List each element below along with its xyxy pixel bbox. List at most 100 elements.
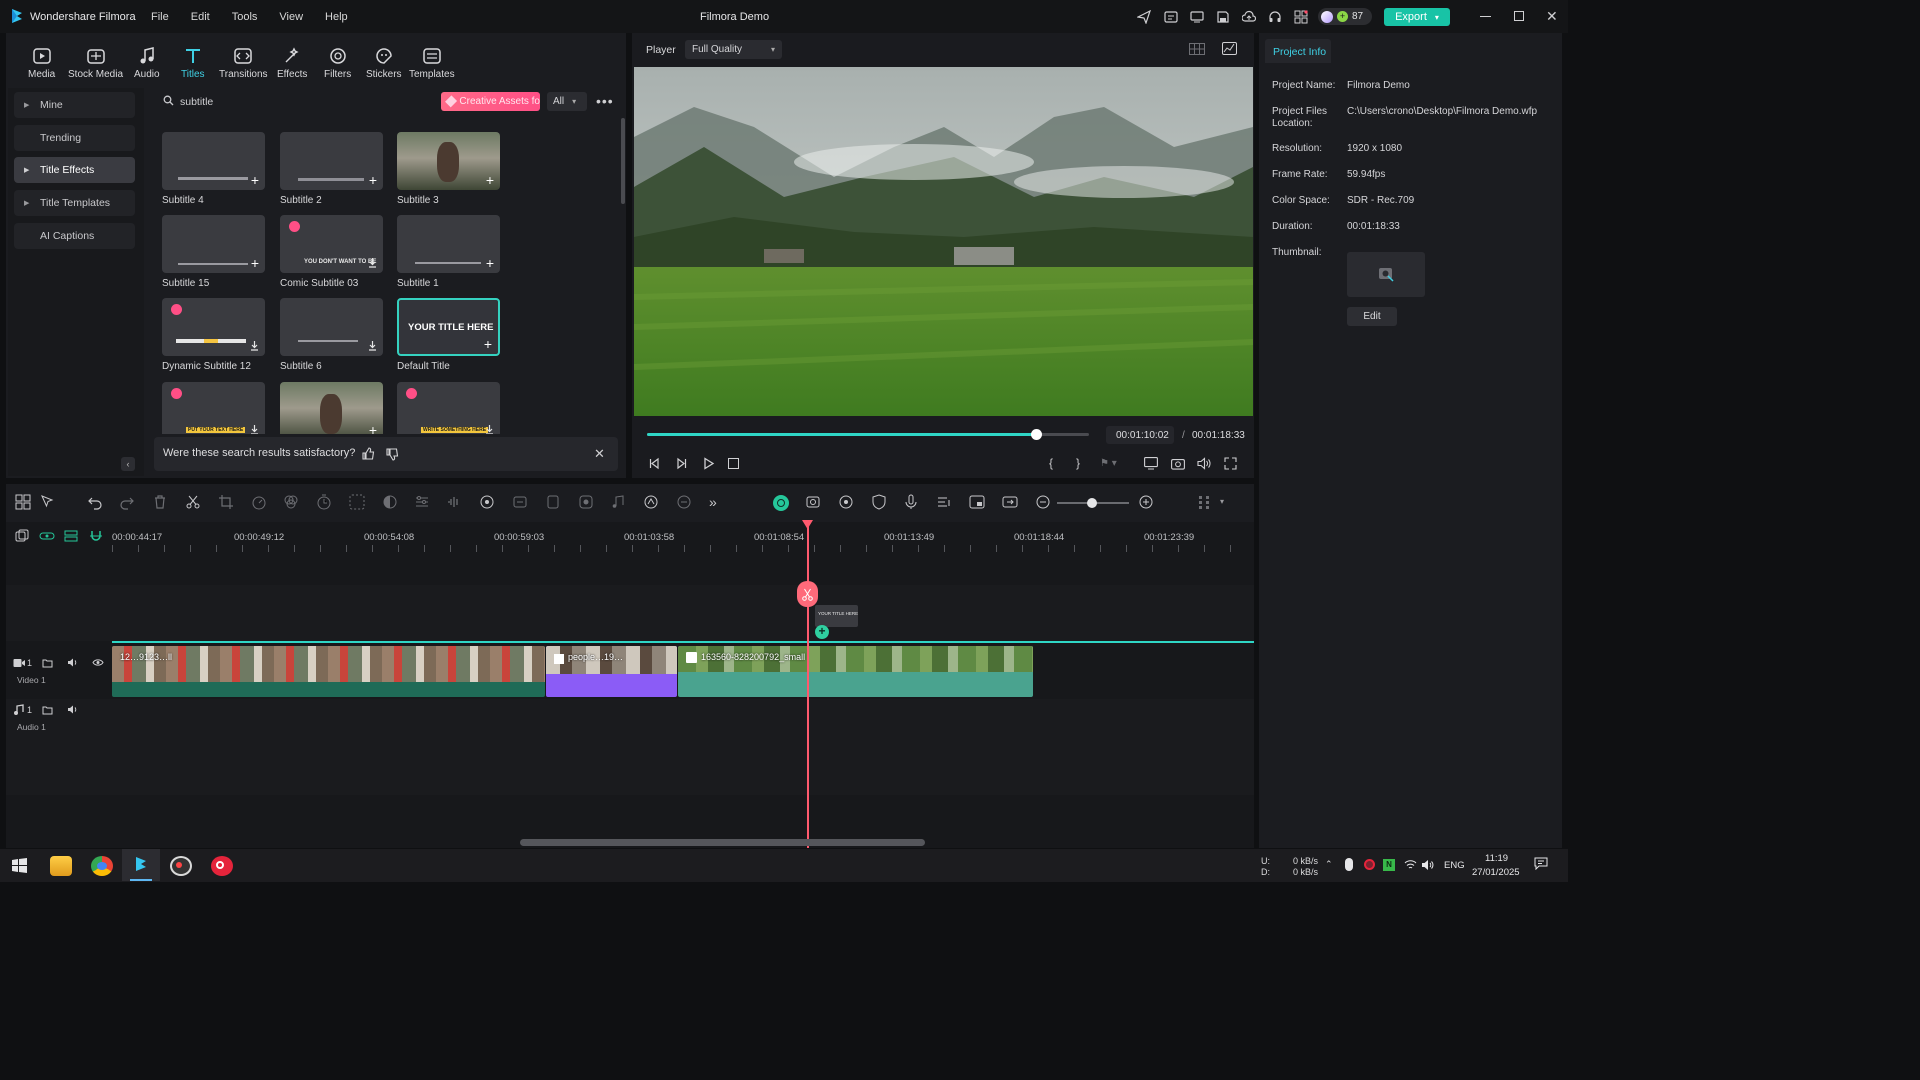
layout-icon[interactable] xyxy=(15,494,33,512)
freeze-frame-icon[interactable] xyxy=(545,494,563,512)
close-feedback-icon[interactable]: ✕ xyxy=(594,446,605,462)
replace-icon[interactable] xyxy=(1002,494,1020,512)
toolbar-filters[interactable]: Filters xyxy=(324,46,351,80)
title-card[interactable]: WRITE SOMETHING HERE xyxy=(397,382,500,434)
display-icon[interactable] xyxy=(1144,457,1158,470)
download-icon[interactable] xyxy=(250,424,259,434)
add-icon[interactable]: + xyxy=(369,173,377,187)
add-icon[interactable]: + xyxy=(369,423,377,434)
toolbar-transitions[interactable]: Transitions xyxy=(219,46,268,80)
toolbar-audio[interactable]: Audio xyxy=(134,46,160,80)
smart-edit-icon[interactable] xyxy=(676,494,694,512)
download-icon[interactable] xyxy=(368,340,377,351)
apps-grid-icon[interactable] xyxy=(1294,10,1308,24)
motion-tracking-icon[interactable] xyxy=(479,494,497,512)
restore-icon[interactable] xyxy=(1514,11,1524,21)
sidebar-item-trending[interactable]: Trending xyxy=(14,125,135,151)
save-icon[interactable] xyxy=(1216,10,1230,24)
timer-icon[interactable] xyxy=(316,494,334,512)
title-card[interactable]: + xyxy=(280,382,383,434)
add-icon[interactable]: + xyxy=(484,337,492,351)
color-icon[interactable] xyxy=(283,494,301,512)
add-icon[interactable]: + xyxy=(251,173,259,187)
select-tool-icon[interactable] xyxy=(40,494,58,512)
toolbar-stock-media[interactable]: Stock Media xyxy=(68,46,123,80)
undo-icon[interactable] xyxy=(87,494,105,512)
quality-dropdown[interactable]: Full Quality ▾ xyxy=(685,40,782,59)
track-manager-icon[interactable] xyxy=(64,529,78,543)
more-tools-icon[interactable]: » xyxy=(709,494,717,510)
marker-icon[interactable]: ⚑ ▾ xyxy=(1100,458,1122,470)
playback-progress-handle[interactable] xyxy=(1030,429,1042,440)
monitor-icon[interactable] xyxy=(1190,10,1204,24)
grid-view-icon[interactable] xyxy=(1189,43,1205,55)
add-icon[interactable]: + xyxy=(251,256,259,270)
ai-cutout-icon[interactable] xyxy=(349,494,367,512)
export-button[interactable]: Export ▾ xyxy=(1384,8,1450,26)
send-icon[interactable] xyxy=(1137,10,1151,24)
stop-icon[interactable] xyxy=(728,458,739,469)
folder-icon[interactable] xyxy=(42,657,53,668)
snap-icon[interactable] xyxy=(838,494,856,512)
link-icon[interactable] xyxy=(39,529,55,543)
sidebar-item-title-templates[interactable]: ▶ Title Templates xyxy=(14,190,135,216)
folder-icon[interactable] xyxy=(42,704,53,715)
add-track-icon[interactable] xyxy=(15,529,29,543)
timeline-clip[interactable]: 163560-828200792_small xyxy=(678,646,1033,697)
play-icon[interactable] xyxy=(702,457,715,470)
delete-icon[interactable] xyxy=(152,494,170,512)
title-card-subtitle-3[interactable]: + xyxy=(397,132,500,190)
recording-tray-icon[interactable] xyxy=(1364,859,1375,870)
title-card-dynamic-subtitle-12[interactable] xyxy=(162,298,265,356)
download-icon[interactable] xyxy=(368,257,377,268)
empty-track-area[interactable] xyxy=(6,585,1254,641)
toolbar-titles[interactable]: Titles xyxy=(181,46,205,80)
creative-assets-button[interactable]: Creative Assets fo xyxy=(441,92,540,111)
notifications-icon[interactable] xyxy=(1534,857,1548,870)
ai-tools-icon[interactable] xyxy=(643,494,661,512)
shield-icon[interactable] xyxy=(871,494,889,512)
chevron-down-icon[interactable]: ▾ xyxy=(1220,497,1224,506)
cloud-upload-icon[interactable] xyxy=(1242,10,1256,24)
timeline-clip[interactable]: people…19… xyxy=(546,646,677,697)
nvidia-tray-icon[interactable]: N xyxy=(1383,859,1395,871)
menu-tools[interactable]: Tools xyxy=(232,11,258,23)
adjust-icon[interactable] xyxy=(414,494,432,512)
menu-edit[interactable]: Edit xyxy=(191,11,210,23)
mute-icon[interactable] xyxy=(67,704,79,715)
headset-icon[interactable] xyxy=(1268,10,1282,24)
download-icon[interactable] xyxy=(250,340,259,351)
toolbar-templates[interactable]: Templates xyxy=(409,46,455,80)
mask-icon[interactable] xyxy=(382,494,400,512)
menu-file[interactable]: File xyxy=(151,11,169,23)
mark-in-icon[interactable]: { xyxy=(1049,456,1053,470)
zoom-slider-handle[interactable] xyxy=(1087,498,1097,508)
video-preview[interactable] xyxy=(634,67,1253,416)
track-layout-icon[interactable] xyxy=(1196,494,1214,512)
magnet-icon[interactable] xyxy=(89,529,103,543)
auto-highlight-icon[interactable] xyxy=(773,495,789,511)
chrome-icon[interactable] xyxy=(91,856,113,876)
edit-thumbnail-button[interactable]: Edit xyxy=(1347,307,1397,326)
download-icon[interactable] xyxy=(485,424,494,434)
title-card-subtitle-2[interactable]: + xyxy=(280,132,383,190)
next-frame-icon[interactable] xyxy=(675,457,688,470)
thumbnail-box[interactable] xyxy=(1347,252,1425,297)
scopes-icon[interactable] xyxy=(1222,42,1237,55)
recorder-icon[interactable] xyxy=(211,856,233,876)
title-card-subtitle-6[interactable] xyxy=(280,298,383,356)
minimize-icon[interactable] xyxy=(1480,16,1491,17)
microphone-tray-icon[interactable] xyxy=(1345,858,1353,871)
voiceover-icon[interactable] xyxy=(936,494,954,512)
split-scissors-button[interactable] xyxy=(797,581,818,607)
stabilize-icon[interactable] xyxy=(512,494,530,512)
previous-frame-icon[interactable] xyxy=(648,457,661,470)
zoom-in-icon[interactable] xyxy=(1138,494,1156,512)
snapshot-icon[interactable] xyxy=(1171,457,1185,470)
wifi-icon[interactable] xyxy=(1404,859,1417,871)
sidebar-item-title-effects[interactable]: ▶ Title Effects xyxy=(14,157,135,183)
eye-icon[interactable] xyxy=(92,658,104,667)
search-input[interactable]: subtitle xyxy=(180,96,213,108)
render-preview-icon[interactable] xyxy=(805,494,823,512)
current-time[interactable]: 00:01:10:02 xyxy=(1116,430,1169,441)
